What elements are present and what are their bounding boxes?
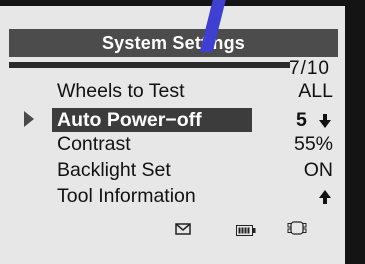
menu-item-wheels-to-test[interactable]: Wheels to Test ALL <box>52 79 333 103</box>
menu-item-value: 55% <box>293 133 333 155</box>
scroll-position-bar <box>9 62 290 68</box>
bezel-right <box>345 0 365 264</box>
menu-item-label: Auto Power−off <box>57 109 202 131</box>
bezel-top <box>0 0 365 6</box>
menu-item-auto-power-off[interactable]: Auto Power−off <box>52 108 252 132</box>
menu-item-value: 5 <box>296 109 307 131</box>
menu-item-label: Contrast <box>57 133 131 155</box>
menu-item-label: Tool Information <box>57 185 196 207</box>
selection-pointer-icon <box>24 111 34 127</box>
menu-item-contrast[interactable]: Contrast 55% <box>52 132 333 156</box>
lcd-display: System Settings 7/10 Wheels to Test ALL … <box>0 0 349 264</box>
page-indicator: 7/10 <box>289 58 330 79</box>
menu-item-backlight-set[interactable]: Backlight Set ON <box>52 158 333 182</box>
menu-item-label: Wheels to Test <box>57 80 185 102</box>
battery-icon <box>236 223 256 241</box>
menu-item-tool-information[interactable]: Tool Information <box>52 184 333 208</box>
car-icon <box>287 221 307 240</box>
page-title: System Settings <box>9 29 338 57</box>
scroll-up-arrow-icon[interactable] <box>319 190 331 206</box>
device-screen: System Settings 7/10 Wheels to Test ALL … <box>0 0 365 264</box>
menu-item-value: ALL <box>298 80 333 102</box>
mail-icon <box>175 222 191 240</box>
menu-item-label: Backlight Set <box>57 159 171 181</box>
scroll-down-arrow-icon[interactable] <box>319 114 331 130</box>
menu-item-value: ON <box>303 159 333 181</box>
